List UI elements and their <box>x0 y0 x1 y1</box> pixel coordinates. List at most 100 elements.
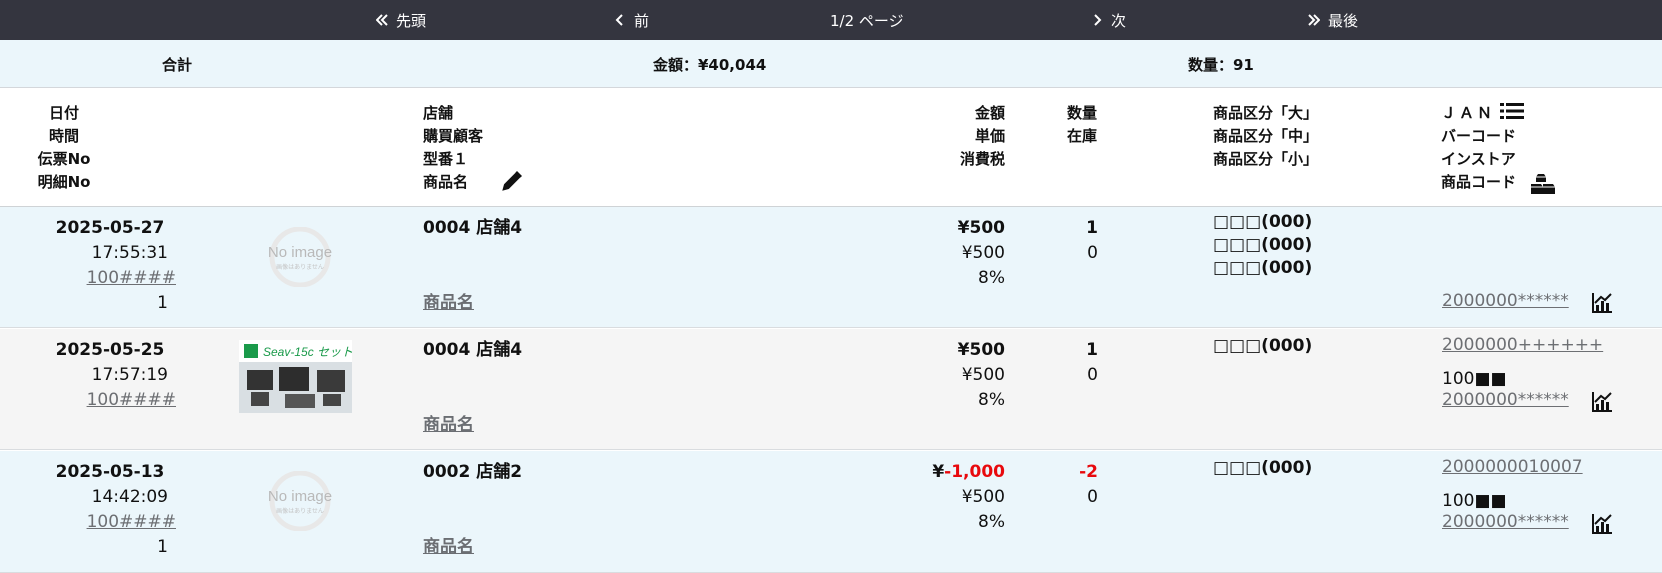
totals-quantity: 数量：91 <box>1188 55 1254 74</box>
row-category-large: □□□(000) <box>1213 212 1313 232</box>
no-image-placeholder: No image 画像はありません <box>268 227 332 287</box>
row-category-large: □□□(000) <box>1213 336 1313 356</box>
no-image-subtext: 画像はありません <box>276 507 324 515</box>
header-store: 店舗 <box>423 104 454 122</box>
header-amount-column: 金額 単価 消費税 <box>880 102 1005 171</box>
row-amount: ¥500 <box>957 218 1005 238</box>
no-image-text: No image <box>268 244 332 261</box>
pager-bar: 先頭 前 1/2 ページ 次 最後 <box>0 0 1662 40</box>
header-barcode: バーコード <box>1441 127 1517 145</box>
header-product-code: 商品コード <box>1441 173 1517 191</box>
header-stock: 在庫 <box>1066 127 1097 145</box>
row-amount-negative: -1,000 <box>944 462 1005 482</box>
header-customer: 購買顧客 <box>423 127 484 145</box>
row-store: 0004 店舗4 <box>423 218 523 238</box>
totals-bar: 合計 金額：¥40,044 数量：91 <box>0 40 1662 88</box>
row-amount: ¥-1,000 <box>880 460 1005 485</box>
row-date: 2025-05-13 <box>55 462 165 482</box>
header-category-column: 商品区分「大」 商品区分「中」 商品区分「小」 <box>1213 102 1318 171</box>
row-slip-link[interactable]: 100#### <box>40 266 176 291</box>
page-indicator: 1/2 ページ <box>830 11 904 30</box>
row-amount: ¥500 <box>957 340 1005 360</box>
row-date: 2025-05-25 <box>55 340 165 360</box>
row-tax: 8% <box>978 268 1005 288</box>
chart-icon[interactable] <box>1591 391 1613 413</box>
row-tax: 8% <box>978 512 1005 532</box>
row-date: 2025-05-27 <box>55 218 165 238</box>
boxes-icon[interactable] <box>1530 172 1556 196</box>
row-quantity: 1 <box>1086 340 1098 360</box>
pencil-icon[interactable] <box>500 169 524 193</box>
chevron-right-icon <box>1094 14 1102 26</box>
double-chevron-left-icon <box>376 14 388 26</box>
row-line-no: 1 <box>157 293 168 313</box>
row-time: 17:57:19 <box>91 365 168 385</box>
row-category-large: □□□(000) <box>1213 458 1313 478</box>
no-image-subtext: 画像はありません <box>276 263 324 271</box>
row-slip-link[interactable]: 100#### <box>40 510 176 535</box>
row-line-no: 1 <box>157 537 168 557</box>
row-slip-link[interactable]: 100#### <box>40 388 176 413</box>
row-time: 14:42:09 <box>91 487 168 507</box>
product-photo: Seav-15c セット <box>239 340 352 413</box>
header-slip-no: 伝票No <box>37 150 91 168</box>
chart-icon[interactable] <box>1591 292 1613 314</box>
list-icon[interactable] <box>1500 101 1524 121</box>
product-thumbnail: Seav-15c セット <box>239 340 352 413</box>
no-image-placeholder: No image 画像はありません <box>268 471 332 531</box>
row-store: 0002 店舗2 <box>423 462 523 482</box>
table-row: 2025-05-13 14:42:09 100#### 1 No image 画… <box>0 451 1662 573</box>
row-product-name-link[interactable]: 商品名 <box>423 291 474 316</box>
row-category-medium: □□□(000) <box>1213 235 1313 255</box>
thumbnail-caption: Seav-15c セット <box>263 345 352 359</box>
header-qty-column: 数量 在庫 <box>1062 102 1102 148</box>
row-store: 0004 店舗4 <box>423 340 523 360</box>
header-amount: 金額 <box>974 104 1005 122</box>
header-line-no: 明細No <box>37 173 91 191</box>
header-time: 時間 <box>48 127 79 145</box>
table-header: 日付 時間 伝票No 明細No 店舗 購買顧客 型番１ 商品名 金額 単価 消費… <box>0 88 1662 207</box>
header-product-name: 商品名 <box>423 173 469 191</box>
row-product-code-link[interactable]: 2000000****** <box>1442 289 1569 314</box>
next-page-button[interactable]: 次 <box>1091 0 1126 40</box>
table-row: 2025-05-27 17:55:31 100#### 1 No image 画… <box>0 207 1662 328</box>
row-product-name-link[interactable]: 商品名 <box>423 413 474 438</box>
row-unit-price: ¥500 <box>961 243 1005 263</box>
row-product-name-link[interactable]: 商品名 <box>423 535 474 560</box>
totals-amount: 金額：¥40,044 <box>653 55 767 74</box>
row-quantity: 1 <box>1086 218 1098 238</box>
prev-page-button[interactable]: 前 <box>614 0 649 40</box>
header-category-medium: 商品区分「中」 <box>1213 127 1319 145</box>
prev-page-label: 前 <box>634 11 650 30</box>
row-stock: 0 <box>1087 365 1098 385</box>
row-product-code-link[interactable]: 2000000****** <box>1442 510 1569 535</box>
header-date: 日付 <box>48 104 79 122</box>
row-product-code-link[interactable]: 2000000****** <box>1442 388 1569 413</box>
last-page-button[interactable]: 最後 <box>1308 0 1358 40</box>
row-jan-link[interactable]: 2000000010007 <box>1442 442 1583 492</box>
header-category-small: 商品区分「小」 <box>1213 150 1319 168</box>
row-tax: 8% <box>978 390 1005 410</box>
row-unit-price: ¥500 <box>961 365 1005 385</box>
totals-label: 合計 <box>162 55 193 74</box>
header-date-column: 日付 時間 伝票No 明細No <box>30 102 98 194</box>
row-quantity: -2 <box>1079 462 1098 482</box>
no-image-text: No image <box>268 488 332 505</box>
header-category-large: 商品区分「大」 <box>1213 104 1319 122</box>
table-row: 2025-05-25 17:57:19 100#### Seav-15c セット… <box>0 329 1662 450</box>
row-stock: 0 <box>1087 487 1098 507</box>
last-page-label: 最後 <box>1328 11 1359 30</box>
header-unit-price: 単価 <box>974 127 1005 145</box>
row-time: 17:55:31 <box>91 243 168 263</box>
header-quantity: 数量 <box>1066 104 1097 122</box>
chevron-left-icon <box>615 14 623 26</box>
row-category-small: □□□(000) <box>1213 258 1313 278</box>
row-jan-link[interactable]: 2000000++++++ <box>1442 320 1603 370</box>
header-tax: 消費税 <box>959 150 1005 168</box>
chart-icon[interactable] <box>1591 513 1613 535</box>
first-page-button[interactable]: 先頭 <box>376 0 426 40</box>
double-chevron-right-icon <box>1308 14 1320 26</box>
row-stock: 0 <box>1087 243 1098 263</box>
header-model: 型番１ <box>423 150 469 168</box>
header-store-column: 店舗 購買顧客 型番１ 商品名 <box>423 102 483 194</box>
